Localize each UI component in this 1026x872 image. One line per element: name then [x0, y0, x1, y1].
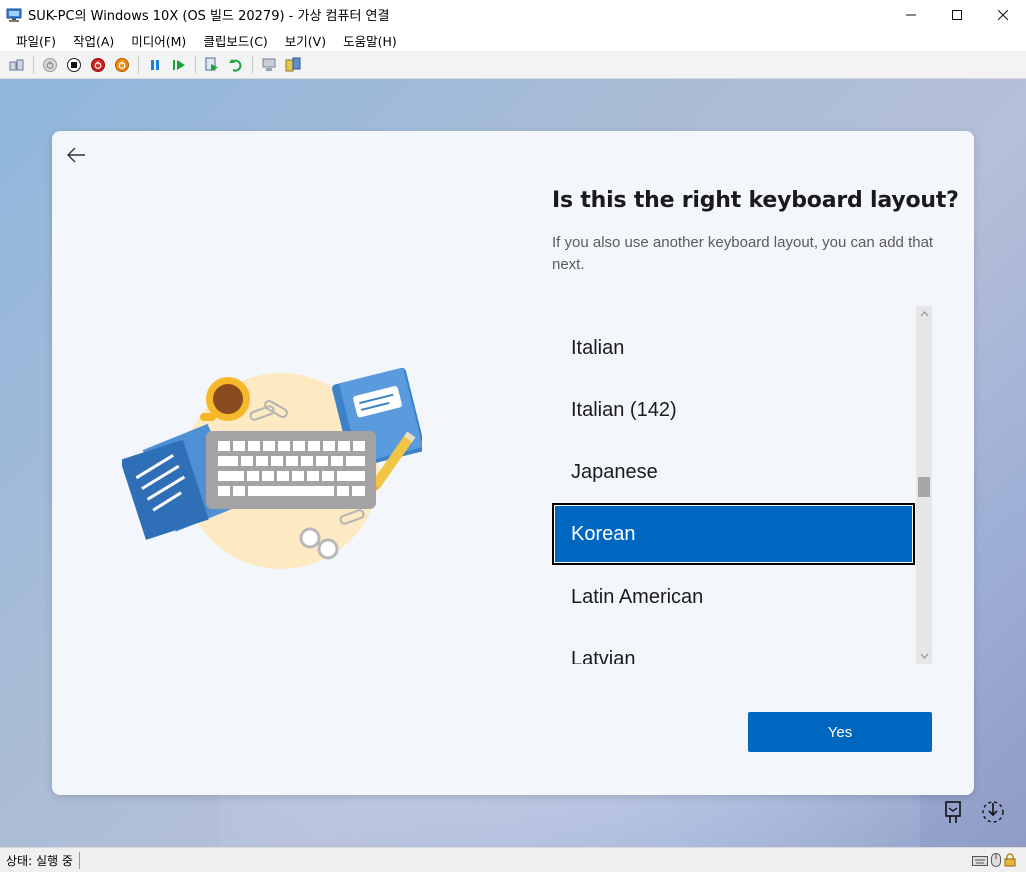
- menu-bar: 파일(F) 작업(A) 미디어(M) 클립보드(C) 보기(V) 도움말(H): [0, 29, 1026, 51]
- keyboard-illustration: [122, 367, 422, 569]
- pause-icon[interactable]: [146, 56, 164, 74]
- yes-button[interactable]: Yes: [748, 712, 932, 752]
- list-item[interactable]: Latin American: [552, 566, 915, 628]
- scroll-thumb[interactable]: [918, 477, 930, 497]
- vm-connection-icon: [6, 7, 22, 23]
- toolbar: [0, 51, 1026, 79]
- vm-screen[interactable]: Is this the right keyboard layout? If yo…: [0, 79, 1026, 847]
- list-item[interactable]: Italian (142): [552, 379, 915, 441]
- page-title: Is this the right keyboard layout?: [552, 188, 959, 213]
- list-item[interactable]: Latvian: [552, 628, 915, 665]
- ctrl-alt-del-icon[interactable]: [8, 56, 26, 74]
- enhanced-session-icon[interactable]: [260, 56, 278, 74]
- toolbar-divider: [138, 55, 139, 74]
- toolbar-divider: [195, 55, 196, 74]
- minimize-button[interactable]: [888, 0, 934, 29]
- menu-view[interactable]: 보기(V): [277, 31, 335, 50]
- page-subtitle: If you also use another keyboard layout,…: [552, 234, 934, 273]
- revert-icon[interactable]: [227, 56, 245, 74]
- start-icon[interactable]: [41, 56, 59, 74]
- menu-clipboard[interactable]: 클립보드(C): [195, 31, 276, 50]
- list-item[interactable]: Italian: [552, 317, 915, 379]
- menu-help[interactable]: 도움말(H): [335, 31, 406, 50]
- shutdown-icon[interactable]: [89, 56, 107, 74]
- oobe-card: Is this the right keyboard layout? If yo…: [52, 131, 974, 795]
- close-button[interactable]: [980, 0, 1026, 29]
- checkpoint-icon[interactable]: [203, 56, 221, 74]
- resume-icon[interactable]: [170, 56, 188, 74]
- keyboard-icon: [972, 852, 988, 871]
- scroll-up-icon[interactable]: [916, 306, 932, 322]
- power-options-icon[interactable]: [980, 799, 1006, 825]
- menu-media[interactable]: 미디어(M): [123, 31, 195, 50]
- accessibility-icon[interactable]: [940, 799, 966, 825]
- list-item[interactable]: Japanese: [552, 441, 915, 503]
- toolbar-divider: [252, 55, 253, 74]
- share-icon[interactable]: [284, 56, 302, 74]
- scroll-down-icon[interactable]: [916, 648, 932, 664]
- status-text: 상태: 실행 중: [6, 851, 80, 869]
- list-item-selected[interactable]: Korean: [552, 503, 915, 565]
- menu-action[interactable]: 작업(A): [65, 31, 123, 50]
- lock-icon: [1004, 852, 1016, 871]
- keyboard-layout-list[interactable]: Italian Italian (142) Japanese Korean La…: [552, 306, 932, 664]
- list-scrollbar[interactable]: [916, 306, 932, 664]
- maximize-button[interactable]: [934, 0, 980, 29]
- status-bar: 상태: 실행 중: [0, 847, 1026, 872]
- vm-tray-icons: [940, 799, 1006, 825]
- toolbar-divider: [33, 55, 34, 74]
- title-bar: SUK-PC의 Windows 10X (OS 빌드 20279) - 가상 컴…: [0, 0, 1026, 29]
- turn-off-icon[interactable]: [65, 56, 83, 74]
- save-icon[interactable]: [113, 56, 131, 74]
- back-arrow-icon[interactable]: [64, 143, 88, 167]
- mouse-icon: [991, 852, 1001, 871]
- window-title: SUK-PC의 Windows 10X (OS 빌드 20279) - 가상 컴…: [28, 9, 390, 24]
- menu-file[interactable]: 파일(F): [8, 31, 65, 50]
